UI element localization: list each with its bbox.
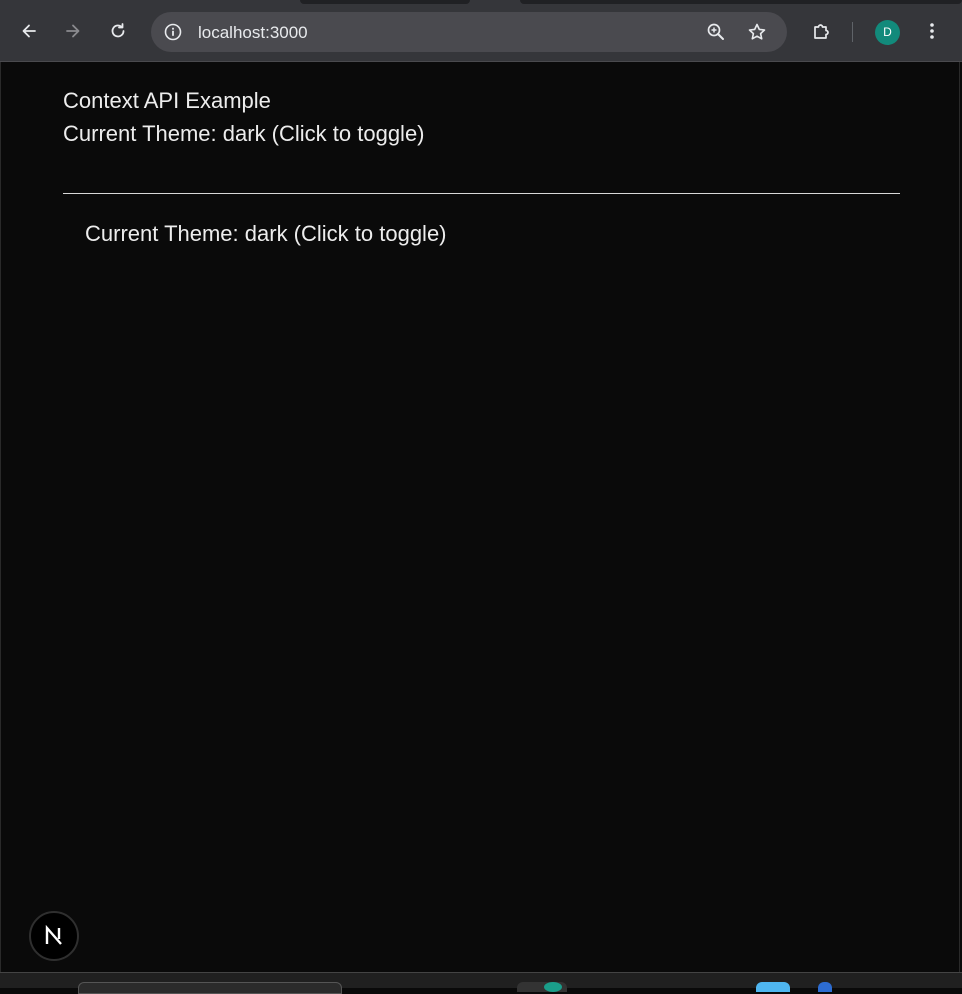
taskbar-app-icon: [818, 982, 832, 992]
back-arrow-icon: [22, 24, 36, 38]
page-viewport: Context API Example Current Theme: dark …: [0, 62, 960, 972]
taskbar-app-icon: [544, 982, 562, 992]
taskbar-app-icon: [756, 982, 790, 992]
os-taskbar: [0, 972, 962, 994]
zoom-button[interactable]: [704, 20, 728, 44]
forward-arrow-icon: [66, 24, 80, 38]
site-info-icon: [164, 23, 182, 41]
theme-toggle[interactable]: Current Theme: dark (Click to toggle): [63, 121, 425, 147]
url-text[interactable]: localhost:3000: [198, 23, 308, 43]
toolbar-divider: [852, 22, 853, 42]
nested-theme-toggle[interactable]: Current Theme: dark (Click to toggle): [85, 221, 447, 247]
extensions-icon: [814, 24, 829, 39]
address-bar[interactable]: localhost:3000: [151, 12, 787, 52]
bookmark-star-icon: [748, 23, 766, 40]
bookmark-button[interactable]: [745, 20, 769, 44]
tab-strip-edge: [300, 0, 470, 4]
reload-icon: [111, 23, 125, 38]
profile-avatar[interactable]: D: [875, 20, 900, 45]
nextjs-dev-indicator[interactable]: [29, 911, 79, 961]
extensions-button[interactable]: [804, 14, 838, 48]
taskbar-search[interactable]: [78, 982, 342, 994]
divider: [63, 193, 900, 194]
browser-menu-button[interactable]: [915, 14, 949, 48]
back-button[interactable]: [12, 14, 46, 48]
site-info-button[interactable]: [161, 20, 185, 44]
reload-button[interactable]: [101, 14, 135, 48]
zoom-icon: [707, 23, 724, 40]
page-heading: Context API Example: [63, 88, 271, 113]
forward-button[interactable]: [56, 14, 90, 48]
nextjs-logo-icon: [45, 925, 62, 945]
more-vert-icon: [930, 23, 934, 39]
browser-toolbar: localhost:3000 D: [0, 0, 962, 62]
tab-strip-edge: [520, 0, 962, 4]
